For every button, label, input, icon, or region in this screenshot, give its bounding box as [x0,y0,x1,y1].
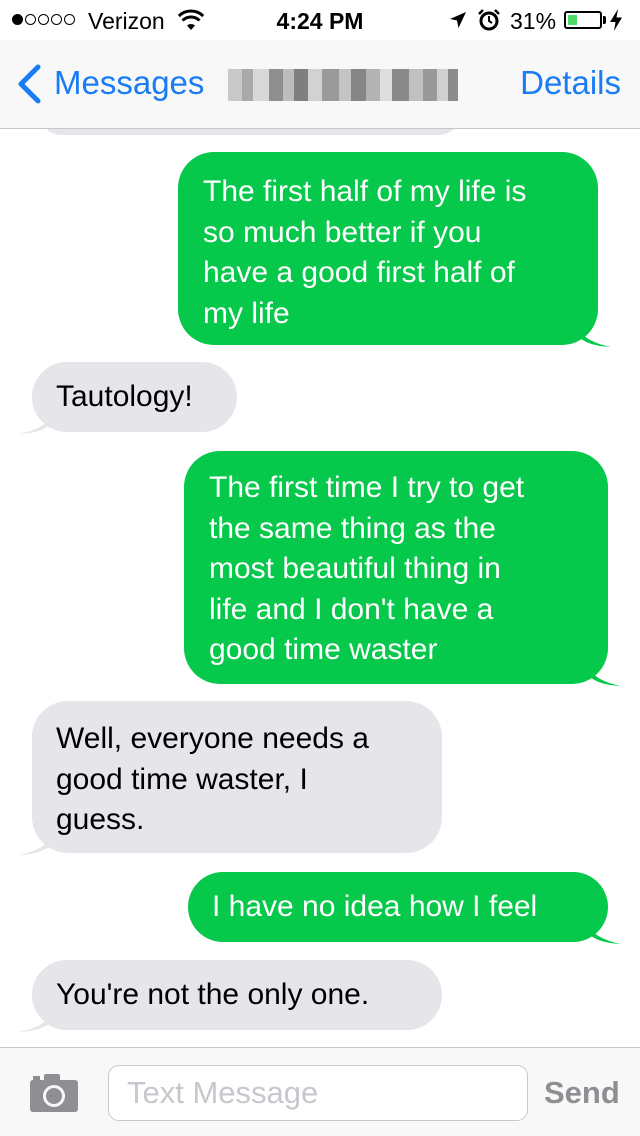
bubble-tail [19,404,53,434]
battery-terminal [603,16,606,24]
message-text-field[interactable] [108,1065,528,1121]
outgoing-message-bubble[interactable]: I have no idea how I feel [188,872,621,944]
details-button[interactable]: Details [520,64,621,102]
location-arrow-icon [450,12,466,28]
bubble-tail [19,1002,53,1032]
outgoing-message-bubble[interactable]: The first half of my life is so much bet… [178,152,611,347]
camera-icon[interactable] [28,1072,80,1114]
message-line: good time waster, I [56,762,308,796]
message-input-bar: Send [0,1047,640,1136]
battery-icon [564,11,602,29]
battery-level-fill [568,15,578,25]
message-line: good time waster [209,633,438,666]
message-line: Well, everyone needs a [56,722,369,755]
messages-screen: Verizon 4:24 PM 31% Messages Details The… [0,0,640,1136]
previous-message-bubble [40,129,460,135]
back-chevron-icon[interactable] [16,64,42,104]
alarm-clock-icon [478,9,500,31]
incoming-message-bubble[interactable]: Tautology! [19,362,237,434]
contact-name-pixelated[interactable] [228,69,458,101]
battery-percentage: 31% [510,8,557,34]
charging-bolt-icon [610,9,622,31]
message-line: life and I don't have a [209,592,494,626]
bubble-tail [587,656,621,686]
message-line: have a good first half of [203,256,515,289]
message-line: Tautology! [56,380,193,413]
message-line: the same thing as the [209,511,496,545]
bubble-tail [577,317,611,347]
message-line: guess. [56,803,145,836]
message-line: so much better if you [203,215,482,249]
bubble-tail [587,914,621,944]
message-line: my life [203,296,290,330]
message-thread[interactable]: The first half of my life is so much bet… [0,129,640,1047]
send-button[interactable]: Send [544,1075,620,1111]
message-line: The first half of my life is [203,175,527,208]
bubble-tail [19,825,53,855]
incoming-message-bubble[interactable]: You're not the only one. [19,960,442,1032]
message-line: The first time I try to get [209,471,525,504]
navigation-bar: Messages Details [0,40,640,129]
message-line: You're not the only one. [56,978,370,1011]
message-line: most beautiful thing in [209,552,501,585]
incoming-message-bubble[interactable]: Well, everyone needs a good time waster,… [19,701,442,855]
outgoing-message-bubble[interactable]: The first time I try to get the same thi… [184,451,621,686]
message-line: I have no idea how I feel [212,890,538,923]
status-bar: Verizon 4:24 PM 31% [0,0,640,40]
back-button[interactable]: Messages [54,64,204,102]
